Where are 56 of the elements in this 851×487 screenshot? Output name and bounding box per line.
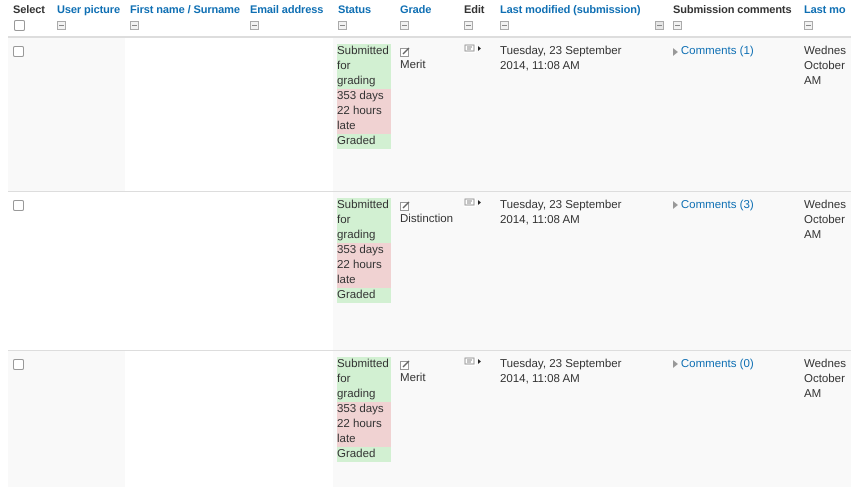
status-label: Submitted for grading: [337, 44, 391, 89]
column-header: Submission comments: [673, 4, 792, 16]
collapse-icon[interactable]: [500, 21, 509, 30]
grade-value: Merit: [400, 58, 426, 73]
date-text: AM: [804, 386, 822, 402]
status-label: 353 days 22 hours late: [337, 89, 391, 134]
modified-date: Tuesday, 23 September 2014, 11:08 AM: [500, 198, 622, 228]
collapse-icon[interactable]: [400, 21, 409, 30]
column-header[interactable]: Grade: [400, 4, 432, 16]
edit-icon[interactable]: [400, 200, 410, 210]
status-label: Submitted for grading: [337, 198, 391, 242]
menu-icon[interactable]: [464, 356, 482, 366]
menu-icon[interactable]: [464, 198, 482, 206]
date-text: October: [804, 372, 846, 386]
date-text: October: [804, 59, 846, 74]
modified-date: Tuesday, 23 September 2014, 11:08 AM: [500, 356, 622, 386]
edit-icon[interactable]: [400, 360, 410, 370]
checkbox[interactable]: [13, 46, 24, 57]
checkbox[interactable]: [14, 20, 25, 31]
checkbox[interactable]: [13, 200, 24, 210]
column-header[interactable]: User picture: [57, 4, 120, 16]
status-label: Graded: [337, 288, 391, 302]
column-header[interactable]: Email address: [250, 4, 324, 16]
collapse-icon[interactable]: [57, 21, 66, 30]
collapse-icon[interactable]: [673, 21, 682, 30]
status-label: 353 days 22 hours late: [337, 242, 391, 288]
date-text: AM: [804, 74, 822, 89]
comments-link[interactable]: Comments (0): [680, 356, 754, 372]
column-header[interactable]: Last modified (submission): [500, 4, 640, 16]
date-text: Wednes: [804, 44, 847, 59]
modified-date: Tuesday, 23 September 2014, 11:08 AM: [500, 44, 622, 74]
comments-link[interactable]: Comments (3): [680, 198, 754, 212]
status-label: Graded: [337, 134, 391, 149]
collapse-icon[interactable]: [464, 21, 473, 30]
collapse-icon[interactable]: [338, 21, 347, 30]
comments-link[interactable]: Comments (1): [680, 44, 754, 59]
edit-icon[interactable]: [400, 47, 410, 57]
grade-value: Merit: [400, 370, 426, 386]
menu-icon[interactable]: [464, 44, 482, 53]
date-text: October: [804, 212, 846, 228]
collapse-icon[interactable]: [250, 21, 259, 30]
column-header: Select: [13, 4, 45, 16]
date-text: Wednes: [804, 356, 847, 372]
collapse-icon[interactable]: [804, 21, 813, 30]
column-header[interactable]: Status: [338, 4, 372, 16]
column-header[interactable]: Last mo: [804, 4, 846, 16]
checkbox[interactable]: [13, 358, 24, 370]
grade-value: Distinction: [400, 212, 454, 226]
date-text: AM: [804, 228, 822, 242]
collapse-icon[interactable]: [130, 21, 139, 30]
status-label: Submitted for grading: [337, 356, 391, 402]
column-header: Edit: [464, 4, 484, 16]
column-header[interactable]: First name / Surname: [130, 4, 240, 16]
status-label: 353 days 22 hours late: [337, 402, 391, 446]
date-text: Wednes: [804, 198, 847, 212]
status-label: Graded: [337, 446, 391, 462]
